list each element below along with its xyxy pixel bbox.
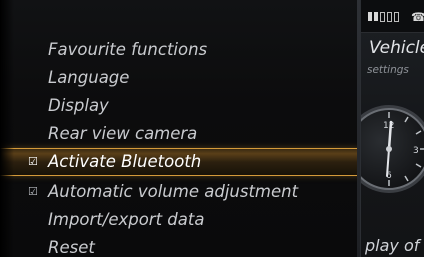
menu-item-rear-view-camera[interactable]: Rear view camera [0,120,360,148]
checkbox-checked-icon: ☑ [28,155,38,168]
head-unit-screen: Favourite functions Language Display Rea… [0,0,424,257]
clock-number: 3 [413,146,419,156]
settings-menu-list: Favourite functions Language Display Rea… [0,36,360,257]
menu-item-display[interactable]: Display [0,92,360,120]
menu-item-reset[interactable]: Reset [0,234,360,257]
menu-item-label: Activate Bluetooth [48,152,202,171]
phone-icon: ☎ [411,10,424,24]
menu-item-activate-bluetooth[interactable]: ☑ Activate Bluetooth [0,148,360,176]
checkbox-checked-icon: ☑ [28,185,38,198]
clock-number: 12 [383,121,394,131]
menu-item-import-export-data[interactable]: Import/export data [0,206,360,234]
vehicle-settings-preview-panel[interactable]: ☎ Vehicle settings 12 3 [360,0,424,257]
menu-item-label: Favourite functions [48,40,208,59]
menu-item-label: Display [48,96,109,115]
menu-item-favourite-functions[interactable]: Favourite functions [0,36,360,64]
menu-item-label: Language [48,68,130,87]
preview-footer-text: play of [365,236,420,255]
signal-strength-icon [368,12,399,22]
preview-subtitle: settings [367,64,409,76]
menu-item-label: Reset [48,238,95,257]
preview-title: Vehicle [369,38,424,58]
status-bar: ☎ [361,0,424,33]
menu-item-automatic-volume-adjustment[interactable]: ☑ Automatic volume adjustment [0,178,360,206]
menu-item-label: Import/export data [48,210,205,229]
menu-item-label: Automatic volume adjustment [48,182,299,201]
settings-menu-panel: Favourite functions Language Display Rea… [0,0,360,257]
analog-clock-icon: 12 3 6 [361,105,424,193]
menu-item-label: Rear view camera [48,124,198,143]
menu-item-language[interactable]: Language [0,64,360,92]
